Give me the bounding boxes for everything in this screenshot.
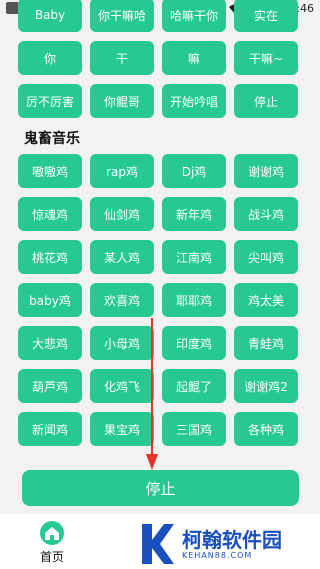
sound-button-19[interactable]: 青蛙鸡 — [234, 326, 298, 360]
stop-button[interactable]: 停止 — [22, 470, 299, 506]
sound-button-27[interactable]: 各种鸡 — [234, 412, 298, 446]
top-sound-button-11[interactable]: 停止 — [234, 84, 298, 118]
sound-button-9[interactable]: 某人鸡 — [90, 240, 154, 274]
sound-button-13[interactable]: 欢喜鸡 — [90, 283, 154, 317]
sound-button-6[interactable]: 新年鸡 — [162, 197, 226, 231]
nav-home-label: 首页 — [39, 550, 64, 564]
sound-button-23[interactable]: 谢谢鸡2 — [234, 369, 298, 403]
sound-button-3[interactable]: 谢谢鸡 — [234, 154, 298, 188]
top-sound-button-4[interactable]: 你 — [18, 41, 82, 75]
sound-button-24[interactable]: 新闻鸡 — [18, 412, 82, 446]
sound-button-1[interactable]: rap鸡 — [90, 154, 154, 188]
sound-button-14[interactable]: 耶耶鸡 — [162, 283, 226, 317]
sound-button-0[interactable]: 嗷嗷鸡 — [18, 154, 82, 188]
sound-button-2[interactable]: Dj鸡 — [162, 154, 226, 188]
top-sound-button-8[interactable]: 厉不厉害 — [18, 84, 82, 118]
top-sound-button-2[interactable]: 哈嘛干你 — [162, 0, 226, 32]
top-button-grid: Baby 你干嘛哈 哈嘛干你 实在你干嘛干嘛~ 厉不厉害 你鲲哥 开始吟唱 停止 — [18, 0, 300, 118]
top-sound-button-6[interactable]: 嘛 — [162, 41, 226, 75]
watermark-logo — [142, 524, 174, 564]
sound-button-8[interactable]: 桃花鸡 — [18, 240, 82, 274]
sound-button-12[interactable]: baby鸡 — [18, 283, 82, 317]
top-sound-button-0[interactable]: Baby — [18, 0, 82, 32]
top-sound-button-5[interactable]: 干 — [90, 41, 154, 75]
sound-button-16[interactable]: 大悲鸡 — [18, 326, 82, 360]
sound-button-4[interactable]: 惊魂鸡 — [18, 197, 82, 231]
watermark: 柯翰软件园 KEHAN88.COM — [138, 520, 318, 568]
sound-button-26[interactable]: 三国鸡 — [162, 412, 226, 446]
sound-button-15[interactable]: 鸡太美 — [234, 283, 298, 317]
section-title: 鬼畜音乐 — [24, 131, 80, 147]
watermark-text: 柯翰软件园 — [182, 527, 282, 552]
home-icon — [40, 521, 64, 545]
sound-button-5[interactable]: 仙剑鸡 — [90, 197, 154, 231]
sound-button-11[interactable]: 尖叫鸡 — [234, 240, 298, 274]
red-arrow-annotation — [146, 318, 158, 470]
sound-button-18[interactable]: 印度鸡 — [162, 326, 226, 360]
sound-button-grid: 嗷嗷鸡 rap鸡 Dj鸡 谢谢鸡惊魂鸡 仙剑鸡 新年鸡 战斗鸡桃花鸡 某人鸡 江南鸡 尖叫鸡 bab… — [18, 154, 300, 446]
nav-home[interactable]: 首页 — [24, 520, 80, 568]
top-sound-button-10[interactable]: 开始吟唱 — [162, 84, 226, 118]
sound-button-7[interactable]: 战斗鸡 — [234, 197, 298, 231]
sound-button-10[interactable]: 江南鸡 — [162, 240, 226, 274]
top-sound-button-9[interactable]: 你鲲哥 — [90, 84, 154, 118]
top-sound-button-7[interactable]: 干嘛~ — [234, 41, 298, 75]
top-sound-button-1[interactable]: 你干嘛哈 — [90, 0, 154, 32]
top-sound-button-3[interactable]: 实在 — [234, 0, 298, 32]
sound-button-20[interactable]: 葫芦鸡 — [18, 369, 82, 403]
sound-button-22[interactable]: 起鲲了 — [162, 369, 226, 403]
watermark-url: KEHAN88.COM — [182, 550, 253, 560]
